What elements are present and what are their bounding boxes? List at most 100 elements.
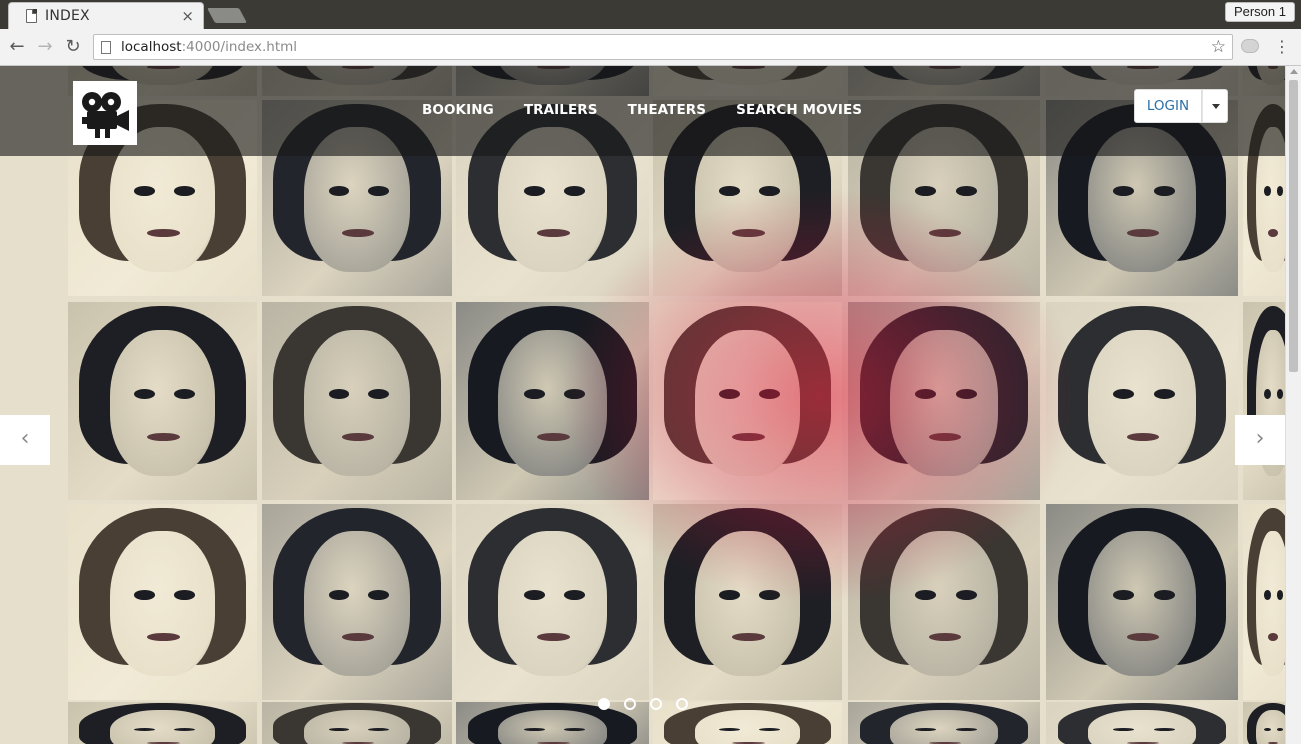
portrait-eye bbox=[523, 389, 545, 399]
portrait-tile bbox=[456, 302, 649, 500]
back-arrow-icon[interactable]: ← bbox=[6, 36, 28, 58]
portrait-eye bbox=[1264, 186, 1271, 197]
portrait-tile bbox=[262, 702, 452, 744]
site-logo[interactable] bbox=[73, 81, 137, 145]
portrait-tile bbox=[653, 504, 842, 700]
portrait-face bbox=[498, 710, 607, 744]
portrait-eye bbox=[1276, 389, 1284, 399]
browser-toolbar: ← → ↻ localhost:4000/index.html ☆ ⋮ bbox=[0, 29, 1301, 66]
portrait-face bbox=[694, 531, 801, 677]
carousel-next-button[interactable]: › bbox=[1235, 415, 1285, 465]
portrait-tile bbox=[848, 302, 1040, 500]
portrait-eye bbox=[758, 389, 780, 399]
extension-cloud-icon[interactable] bbox=[1241, 39, 1259, 53]
portrait-face bbox=[303, 531, 411, 677]
scroll-up-arrow-icon[interactable] bbox=[1290, 69, 1298, 74]
portrait-eye bbox=[955, 186, 977, 197]
portrait-face bbox=[303, 710, 411, 744]
portrait-face bbox=[1088, 531, 1196, 677]
profile-button[interactable]: Person 1 bbox=[1224, 2, 1295, 22]
portrait-face bbox=[109, 531, 216, 677]
portrait-lips bbox=[732, 432, 765, 441]
new-tab-button[interactable] bbox=[207, 8, 247, 23]
portrait-eye bbox=[134, 186, 155, 197]
portrait-face bbox=[1088, 710, 1196, 744]
bookmark-star-icon[interactable]: ☆ bbox=[1211, 37, 1226, 57]
portrait-eye bbox=[173, 186, 195, 197]
portrait-eye bbox=[328, 389, 350, 399]
url-host: localhost bbox=[121, 39, 182, 55]
portrait-tile bbox=[653, 302, 842, 500]
portrait-tile bbox=[456, 504, 649, 700]
portrait-eye bbox=[134, 590, 155, 601]
portrait-eye bbox=[1153, 389, 1175, 399]
portrait-face bbox=[109, 329, 216, 477]
browser-titlebar: INDEX × Person 1 bbox=[0, 0, 1301, 29]
reload-icon[interactable]: ↻ bbox=[62, 36, 84, 58]
nav-theaters[interactable]: THEATERS bbox=[628, 102, 706, 118]
portrait-face bbox=[890, 710, 998, 744]
portrait-eye bbox=[173, 590, 195, 601]
portrait-eye bbox=[758, 186, 780, 197]
portrait-eye bbox=[1153, 186, 1175, 197]
portrait-lips bbox=[928, 432, 962, 441]
portrait-eye bbox=[1264, 389, 1271, 399]
portrait-tile bbox=[848, 702, 1040, 744]
portrait-eye bbox=[1276, 186, 1284, 197]
portrait-face bbox=[498, 329, 607, 477]
portrait-tile bbox=[262, 504, 452, 700]
portrait-tile bbox=[1243, 504, 1285, 700]
portrait-tile bbox=[68, 302, 257, 500]
portrait-lips bbox=[147, 432, 180, 441]
portrait-eye bbox=[955, 389, 977, 399]
address-bar[interactable]: localhost:4000/index.html ☆ bbox=[93, 34, 1233, 60]
portrait-tile bbox=[262, 302, 452, 500]
portrait-face bbox=[1256, 710, 1285, 744]
carousel-indicator-dot[interactable] bbox=[676, 698, 688, 710]
close-icon[interactable]: × bbox=[181, 7, 194, 25]
portrait-eye bbox=[134, 389, 155, 399]
portrait-face bbox=[1256, 531, 1285, 677]
portrait-face bbox=[109, 710, 216, 744]
tab-title: INDEX bbox=[45, 8, 90, 24]
page-icon bbox=[101, 41, 111, 54]
portrait-lips bbox=[537, 432, 570, 441]
portrait-eye bbox=[955, 590, 977, 601]
scrollbar-thumb[interactable] bbox=[1289, 80, 1298, 372]
login-button[interactable]: LOGIN bbox=[1134, 89, 1202, 123]
portrait-eye bbox=[523, 186, 545, 197]
caret-down-icon[interactable] bbox=[1202, 89, 1228, 123]
browser-tab[interactable]: INDEX × bbox=[8, 2, 204, 29]
page-icon bbox=[26, 9, 37, 23]
portrait-tile bbox=[1243, 702, 1285, 744]
portrait-lips bbox=[1126, 432, 1160, 441]
browser-menu-icon[interactable]: ⋮ bbox=[1274, 36, 1290, 58]
page-viewport: BOOKING TRAILERS THEATERS SEARCH MOVIES … bbox=[0, 66, 1285, 744]
portrait-eye bbox=[719, 590, 740, 601]
portrait-eye bbox=[1264, 590, 1271, 601]
portrait-tile bbox=[1046, 504, 1238, 700]
vertical-scrollbar[interactable] bbox=[1285, 66, 1301, 744]
portrait-eye bbox=[523, 590, 545, 601]
portrait-tile bbox=[1046, 702, 1238, 744]
portrait-lips bbox=[341, 432, 375, 441]
portrait-tile bbox=[68, 702, 257, 744]
portrait-face bbox=[694, 710, 801, 744]
portrait-eye bbox=[719, 186, 740, 197]
forward-arrow-icon[interactable]: → bbox=[34, 36, 56, 58]
portrait-tile bbox=[68, 504, 257, 700]
portrait-face bbox=[694, 329, 801, 477]
nav-search-movies[interactable]: SEARCH MOVIES bbox=[736, 102, 862, 118]
carousel-indicator-dot[interactable] bbox=[598, 698, 610, 710]
carousel-indicator-dot[interactable] bbox=[650, 698, 662, 710]
nav-trailers[interactable]: TRAILERS bbox=[524, 102, 598, 118]
url-text[interactable]: localhost:4000/index.html bbox=[121, 39, 297, 55]
portrait-tile bbox=[848, 504, 1040, 700]
carousel-indicator-dot[interactable] bbox=[624, 698, 636, 710]
nav-booking[interactable]: BOOKING bbox=[422, 102, 494, 118]
carousel-prev-button[interactable]: ‹ bbox=[0, 415, 50, 465]
main-nav: BOOKING TRAILERS THEATERS SEARCH MOVIES bbox=[422, 102, 892, 118]
carousel-indicators bbox=[598, 698, 688, 710]
portrait-eye bbox=[758, 590, 780, 601]
movie-camera-icon bbox=[82, 92, 129, 138]
